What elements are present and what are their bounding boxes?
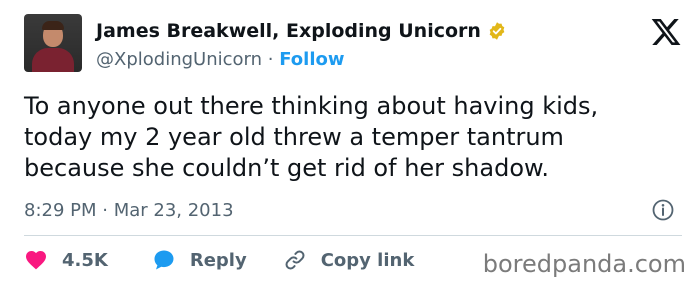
gold-verified-badge-icon <box>489 22 505 40</box>
avatar[interactable] <box>24 14 82 72</box>
copy-link-button[interactable]: Copy link <box>283 248 415 272</box>
tweet-line: To anyone out there thinking about havin… <box>24 92 599 120</box>
x-logo-icon[interactable] <box>650 16 682 48</box>
author-handle[interactable]: @XplodingUnicorn <box>96 49 262 70</box>
heart-icon <box>26 251 46 270</box>
tweet-line: today my 2 year old threw a temper tantr… <box>24 123 564 151</box>
watermark: boredpanda.com <box>482 250 686 278</box>
tweet-line: because she couldn’t get rid of her shad… <box>24 154 550 182</box>
avatar-hair <box>42 21 64 30</box>
like-count: 4.5K <box>62 249 108 271</box>
author-name-row: James Breakwell, Exploding Unicorn <box>96 20 507 42</box>
tweet-text: To anyone out there thinking about havin… <box>24 91 674 184</box>
reply-button[interactable]: Reply <box>152 248 247 272</box>
handle-separator: · <box>267 49 274 70</box>
reply-label: Reply <box>189 249 247 271</box>
tweet-timestamp[interactable]: 8:29 PM · Mar 23, 2013 <box>24 200 234 221</box>
avatar-shirt <box>32 48 74 72</box>
reply-bubble-icon <box>154 250 174 270</box>
like-button[interactable]: 4.5K <box>24 248 108 272</box>
follow-button[interactable]: Follow <box>279 49 344 70</box>
author-handle-row: @XplodingUnicorn · Follow <box>96 49 345 70</box>
info-icon[interactable] <box>651 198 675 222</box>
link-icon <box>285 250 305 270</box>
tweet-actions: 4.5K Reply Copy link <box>24 248 414 272</box>
copy-link-label: Copy link <box>320 249 415 271</box>
author-name[interactable]: James Breakwell, Exploding Unicorn <box>96 20 481 42</box>
divider <box>24 235 682 236</box>
